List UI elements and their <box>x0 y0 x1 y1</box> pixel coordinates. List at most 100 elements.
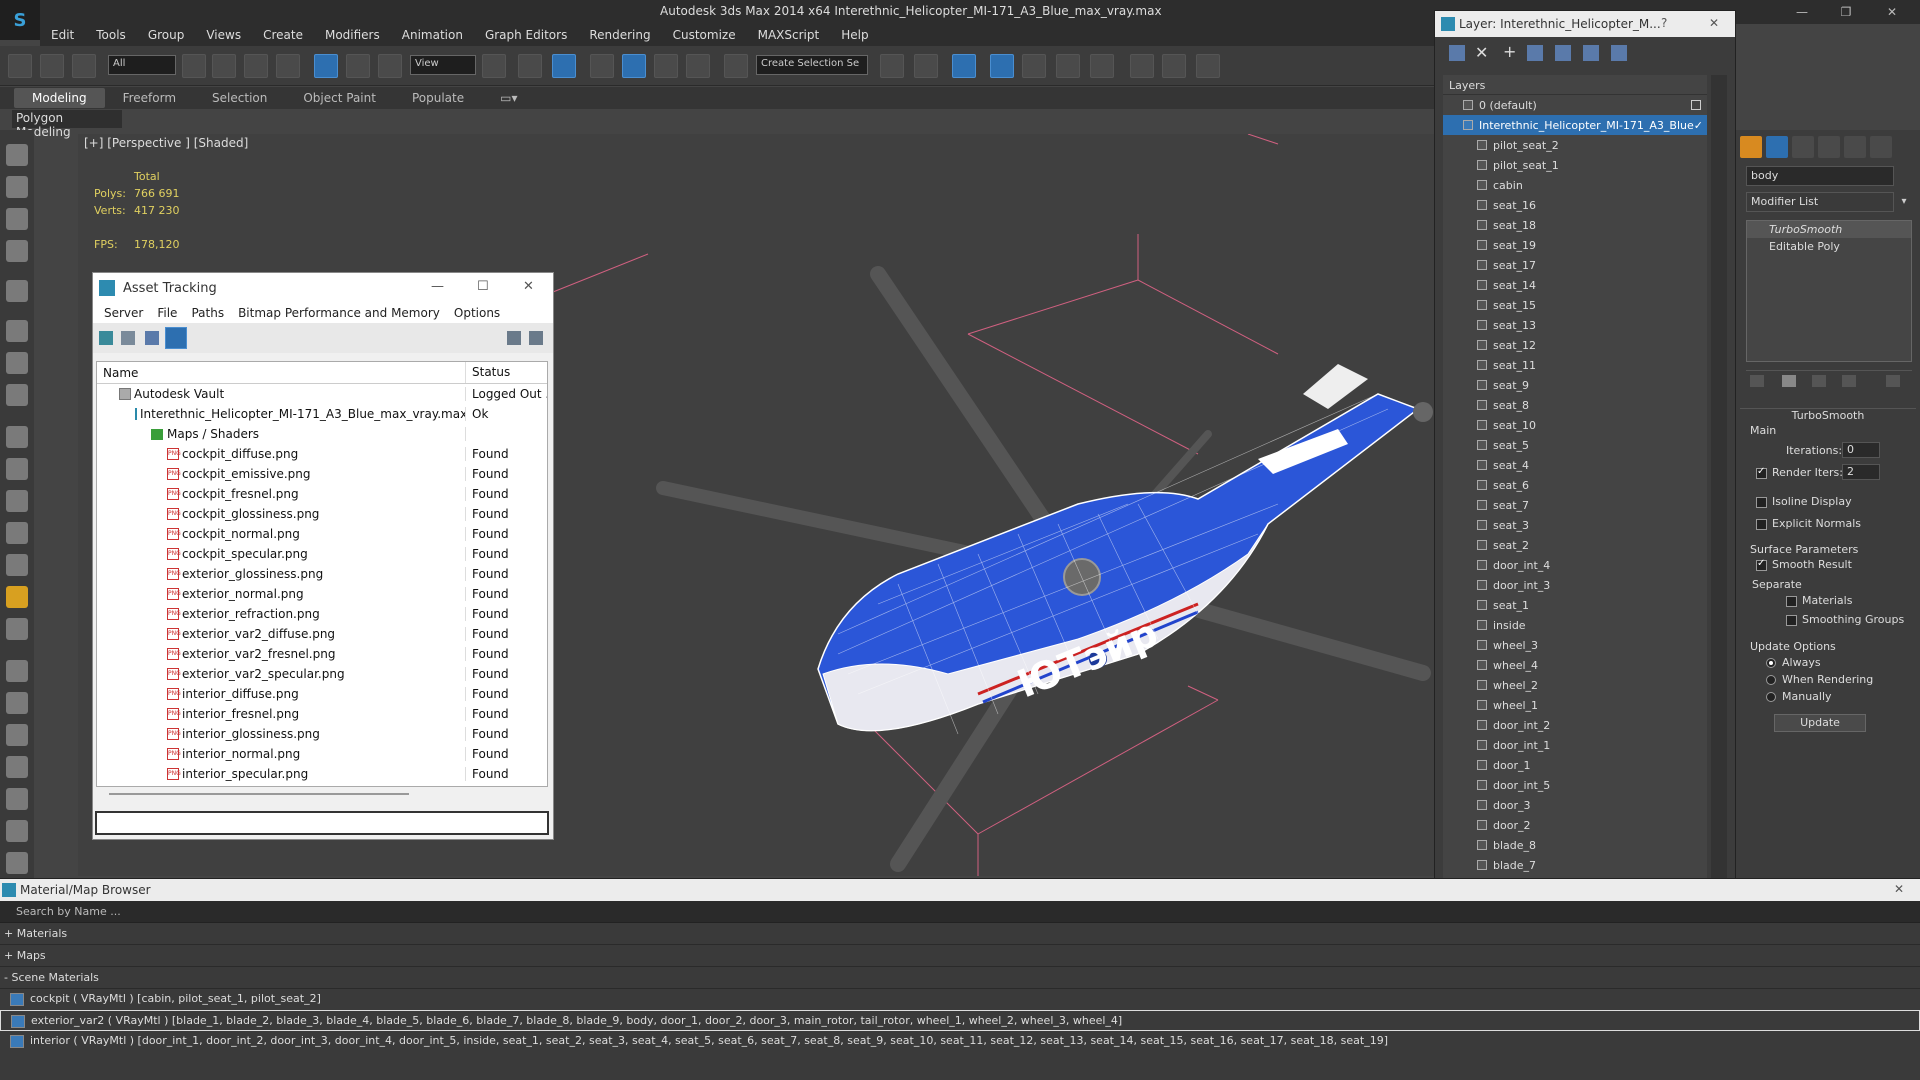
tree-row-object[interactable]: seat_2 <box>1443 535 1707 555</box>
image-icon[interactable] <box>6 176 28 198</box>
select-object-icon[interactable] <box>182 54 206 78</box>
modifier-list-dropdown[interactable]: Modifier List <box>1746 192 1894 212</box>
horizontal-scrollbar[interactable] <box>109 793 409 795</box>
tree-row-object[interactable]: seat_12 <box>1443 335 1707 355</box>
current-layer-box[interactable] <box>1691 100 1701 110</box>
make-unique-icon[interactable] <box>1812 375 1826 387</box>
menu-views[interactable]: Views <box>195 28 252 42</box>
menu-modifiers[interactable]: Modifiers <box>314 28 391 42</box>
layer-scrollbar[interactable] <box>1711 75 1727 881</box>
align-icon[interactable] <box>914 54 938 78</box>
table-row[interactable]: PNG interior_normal.png Found <box>97 744 547 764</box>
teapot-icon[interactable] <box>6 144 28 166</box>
tree-row-object[interactable]: door_1 <box>1443 755 1707 775</box>
dialog-minimize-button[interactable]: — <box>431 279 444 294</box>
display-tab-icon[interactable] <box>1844 136 1866 158</box>
table-row[interactable]: PNG interior_specular.png Found <box>97 764 547 784</box>
minimize-button[interactable]: — <box>1784 2 1820 22</box>
spacewarp-icon[interactable] <box>6 384 28 406</box>
schematic-view-icon[interactable] <box>1056 54 1080 78</box>
update-button[interactable]: Update <box>1774 714 1866 732</box>
menu-bitmap-performance[interactable]: Bitmap Performance and Memory <box>231 306 447 320</box>
tree-row-object[interactable]: wheel_3 <box>1443 635 1707 655</box>
sun-icon[interactable] <box>6 586 28 608</box>
select-by-name-icon[interactable] <box>212 54 236 78</box>
menu-group[interactable]: Group <box>137 28 196 42</box>
rollout-turbosmooth-header[interactable]: TurboSmooth <box>1740 408 1916 424</box>
column-name[interactable]: Name <box>97 362 466 383</box>
table-view-icon[interactable] <box>145 331 159 345</box>
foliage-icon[interactable] <box>6 788 28 810</box>
table-row[interactable]: Autodesk Vault Logged Out ... <box>97 384 547 404</box>
tree-row-object[interactable]: seat_15 <box>1443 295 1707 315</box>
table-row[interactable]: PNG cockpit_emissive.png Found <box>97 464 547 484</box>
hide-layers-icon[interactable] <box>1611 45 1627 61</box>
tree-row-object[interactable]: seat_18 <box>1443 215 1707 235</box>
table-row[interactable]: PNG exterior_normal.png Found <box>97 584 547 604</box>
asset-path-field[interactable] <box>95 811 549 835</box>
menu-help[interactable]: Help <box>830 28 879 42</box>
sphere-icon[interactable] <box>6 458 28 480</box>
tree-row-object[interactable]: pilot_seat_1 <box>1443 155 1707 175</box>
menu-graph-editors[interactable]: Graph Editors <box>474 28 578 42</box>
scene-material-cockpit[interactable]: cockpit ( VRayMtl ) [cabin, pilot_seat_1… <box>0 989 1920 1010</box>
render-production-icon[interactable] <box>1196 54 1220 78</box>
hair-icon[interactable] <box>6 820 28 842</box>
layer-explorer-icon[interactable] <box>952 54 976 78</box>
tree-row-object[interactable]: wheel_1 <box>1443 695 1707 715</box>
highlight-layer-icon[interactable] <box>1555 45 1571 61</box>
scene-materials-section-header[interactable]: - Scene Materials <box>0 967 1920 989</box>
new-layer-icon[interactable] <box>1449 45 1465 61</box>
reference-coord-dropdown[interactable]: View <box>410 55 476 75</box>
polygon-modeling-panel[interactable]: Polygon Modeling <box>12 110 122 139</box>
update-when-rendering-radio[interactable] <box>1766 675 1776 685</box>
vault-settings-icon[interactable] <box>529 331 543 345</box>
object-name-field[interactable]: body <box>1746 166 1894 186</box>
table-row[interactable]: PNG cockpit_fresnel.png Found <box>97 484 547 504</box>
table-row[interactable]: PNG interior_diffuse.png Found <box>97 684 547 704</box>
tree-row-object[interactable]: seat_8 <box>1443 395 1707 415</box>
tree-row-object[interactable]: seat_9 <box>1443 375 1707 395</box>
rendered-frame-icon[interactable] <box>1162 54 1186 78</box>
show-end-result-icon[interactable] <box>1782 375 1796 387</box>
menu-animation[interactable]: Animation <box>391 28 474 42</box>
utilities-tab-icon[interactable] <box>1870 136 1892 158</box>
menu-customize[interactable]: Customize <box>662 28 747 42</box>
table-row[interactable]: PNG cockpit_diffuse.png Found <box>97 444 547 464</box>
move-icon[interactable] <box>314 54 338 78</box>
layer-help-button[interactable]: ? <box>1661 16 1667 30</box>
list-icon[interactable] <box>6 208 28 230</box>
table-row[interactable]: PNG cockpit_glossiness.png Found <box>97 504 547 524</box>
select-layer-icon[interactable] <box>1527 45 1543 61</box>
ribbon-toggle-icon[interactable] <box>990 54 1014 78</box>
edit-named-selection-icon[interactable] <box>724 54 748 78</box>
script-icon[interactable] <box>6 852 28 874</box>
tree-row-object[interactable]: door_int_2 <box>1443 715 1707 735</box>
chevron-down-icon[interactable]: ▾ <box>1896 192 1912 212</box>
separate-materials-checkbox[interactable] <box>1786 596 1797 607</box>
link-icon[interactable] <box>8 54 32 78</box>
viewport-label[interactable]: [+] [Perspective ] [Shaded] <box>84 136 248 150</box>
layers-column-header[interactable]: Layers <box>1443 75 1707 95</box>
table-row[interactable]: PNG interior_glossiness.png Found <box>97 724 547 744</box>
tree-row-object[interactable]: seat_19 <box>1443 235 1707 255</box>
layer-close-button[interactable]: ✕ <box>1709 16 1719 30</box>
tree-row-object[interactable]: seat_1 <box>1443 595 1707 615</box>
select-manipulate-icon[interactable] <box>518 54 542 78</box>
ribbon-options-icon[interactable]: ▭▾ <box>482 88 535 108</box>
tree-row-object[interactable]: seat_11 <box>1443 355 1707 375</box>
snaps-toggle-icon[interactable] <box>590 54 614 78</box>
material-browser-close-button[interactable]: ✕ <box>1894 882 1904 896</box>
table-row[interactable]: PNG exterior_var2_specular.png Found <box>97 664 547 684</box>
create-tab-icon[interactable] <box>1740 136 1762 158</box>
tree-row-object[interactable]: inside <box>1443 615 1707 635</box>
iterations-spinner[interactable]: 0 <box>1842 442 1880 458</box>
modify-tab-icon[interactable] <box>1766 136 1788 158</box>
plant-icon[interactable] <box>6 522 28 544</box>
tree-row-object[interactable]: seat_13 <box>1443 315 1707 335</box>
tree-row-object[interactable]: pilot_seat_2 <box>1443 135 1707 155</box>
helper-icon[interactable] <box>6 352 28 374</box>
refresh-icon[interactable] <box>99 331 113 345</box>
configure-sets-icon[interactable] <box>1886 375 1900 387</box>
menu-edit[interactable]: Edit <box>40 28 85 42</box>
